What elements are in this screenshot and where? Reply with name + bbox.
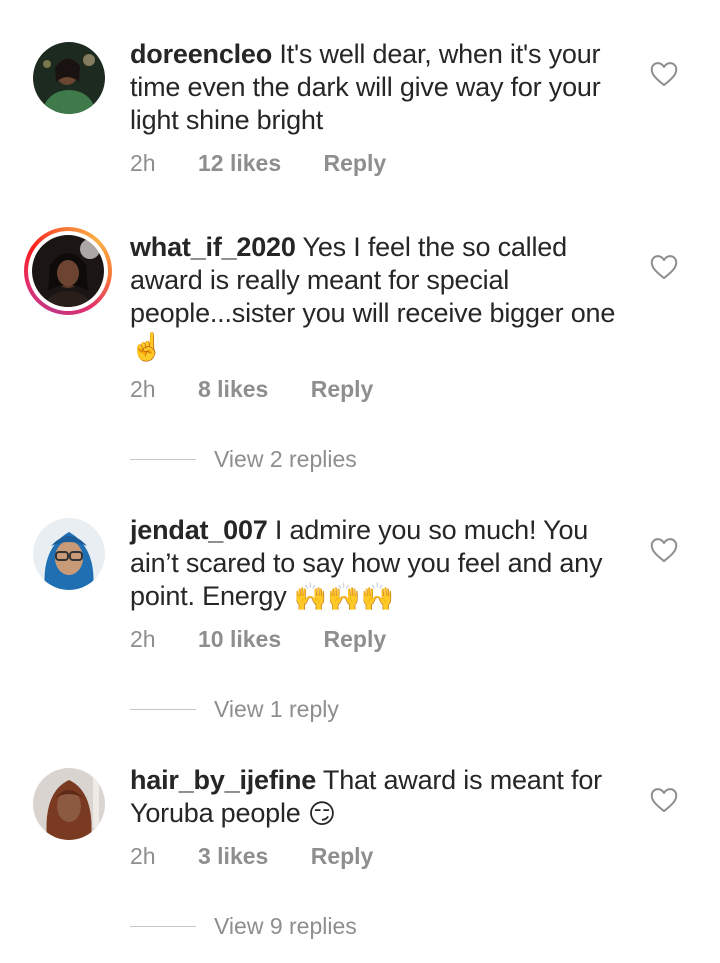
comment-text: hair_by_ijefine That award is meant for … — [130, 764, 620, 831]
reply-button[interactable]: Reply — [324, 626, 387, 652]
timestamp: 2h — [130, 843, 156, 869]
username[interactable]: hair_by_ijefine — [130, 765, 316, 795]
comment-text: doreencleo It's well dear, when it's you… — [130, 38, 620, 137]
divider-line — [130, 925, 196, 927]
username[interactable]: jendat_007 — [130, 515, 268, 545]
reply-button[interactable]: Reply — [324, 150, 387, 176]
story-ring[interactable] — [24, 227, 112, 315]
timestamp: 2h — [130, 150, 156, 176]
smirking-face-emoji: 😏 — [307, 799, 336, 830]
likes-count[interactable]: 12 likes — [198, 150, 281, 176]
view-replies-button[interactable]: View 9 replies — [130, 911, 357, 941]
avatar[interactable] — [33, 768, 105, 840]
likes-count[interactable]: 10 likes — [198, 626, 281, 652]
likes-count[interactable]: 8 likes — [198, 376, 268, 402]
comment-meta: 2h 10 likes Reply — [130, 626, 422, 653]
divider-line — [130, 708, 196, 710]
avatar[interactable] — [33, 42, 105, 114]
likes-count[interactable]: 3 likes — [198, 843, 268, 869]
view-replies-label: View 9 replies — [214, 912, 357, 939]
reply-button[interactable]: Reply — [311, 843, 374, 869]
username[interactable]: doreencleo — [130, 39, 272, 69]
comment-meta: 2h 12 likes Reply — [130, 150, 422, 177]
username[interactable]: what_if_2020 — [130, 232, 296, 262]
view-replies-label: View 2 replies — [214, 445, 357, 472]
avatar[interactable] — [33, 518, 105, 590]
reply-button[interactable]: Reply — [311, 376, 374, 402]
avatar[interactable] — [32, 235, 104, 307]
comment-text: what_if_2020 Yes I feel the so called aw… — [130, 231, 620, 364]
timestamp: 2h — [130, 376, 156, 402]
comment-meta: 2h 3 likes Reply — [130, 843, 409, 870]
comment-meta: 2h 8 likes Reply — [130, 376, 409, 403]
heart-icon[interactable] — [650, 61, 678, 87]
view-replies-label: View 1 reply — [214, 695, 339, 722]
comment-text: jendat_007 I admire you so much! You ain… — [130, 514, 620, 614]
heart-icon[interactable] — [650, 787, 678, 813]
heart-icon[interactable] — [650, 254, 678, 280]
heart-icon[interactable] — [650, 537, 678, 563]
divider-line — [130, 458, 196, 460]
raising-hands-emoji: 🙌🙌🙌 — [293, 582, 395, 613]
timestamp: 2h — [130, 626, 156, 652]
view-replies-button[interactable]: View 1 reply — [130, 694, 339, 724]
pointing-up-emoji: ☝️ — [130, 332, 164, 363]
view-replies-button[interactable]: View 2 replies — [130, 444, 357, 474]
